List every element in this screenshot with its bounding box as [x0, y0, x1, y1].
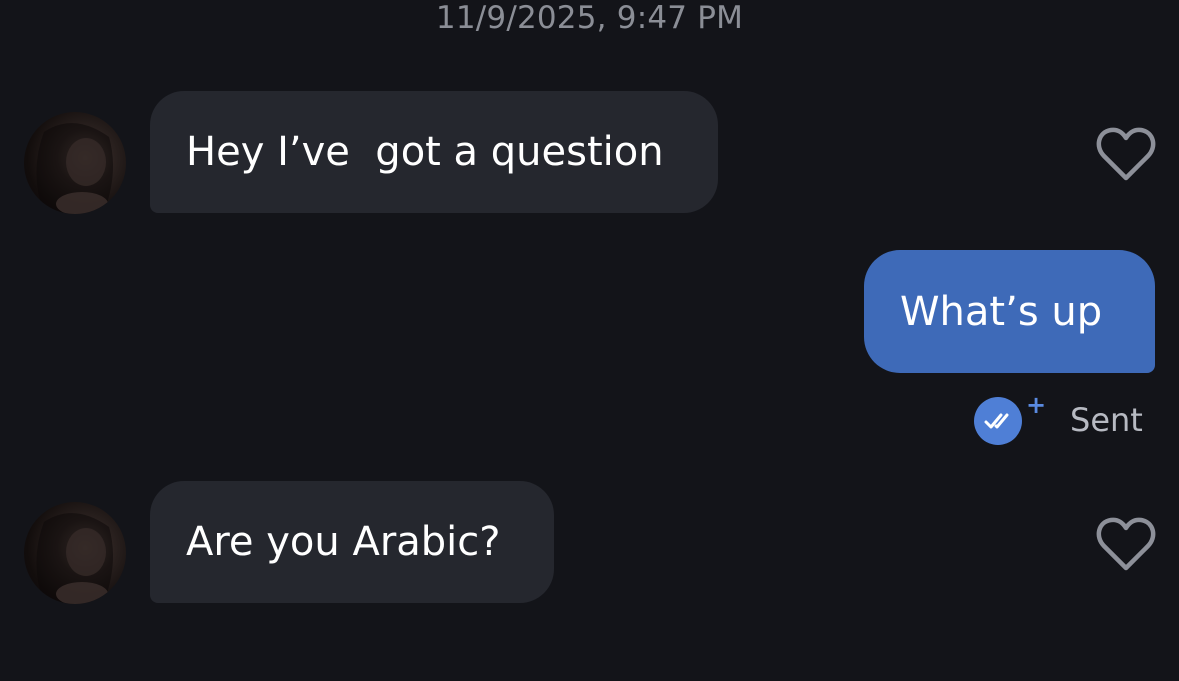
- heart-outline-icon[interactable]: [1096, 516, 1156, 572]
- message-text: What’s up: [900, 288, 1103, 335]
- incoming-message-bubble[interactable]: Are you Arabic?: [150, 481, 554, 603]
- avatar-photo-icon: [36, 123, 113, 214]
- chat-thread: 11/9/2025, 9:47 PM Hey I’ve got a questi…: [0, 0, 1179, 681]
- contact-avatar[interactable]: [24, 112, 126, 214]
- heart-outline-icon[interactable]: [1096, 126, 1156, 182]
- incoming-message-bubble[interactable]: Hey I’ve got a question: [150, 91, 718, 213]
- double-check-icon: [974, 397, 1022, 445]
- message-text: Are you Arabic?: [186, 519, 501, 565]
- avatar-photo-icon: [36, 513, 113, 604]
- message-text: Hey I’ve got a question: [186, 129, 664, 175]
- plus-badge-icon: +: [1026, 391, 1047, 419]
- contact-avatar[interactable]: [24, 502, 126, 604]
- message-timestamp: 11/9/2025, 9:47 PM: [435, 0, 744, 36]
- message-status-label: Sent: [1070, 401, 1143, 439]
- outgoing-message-bubble[interactable]: What’s up: [864, 250, 1155, 373]
